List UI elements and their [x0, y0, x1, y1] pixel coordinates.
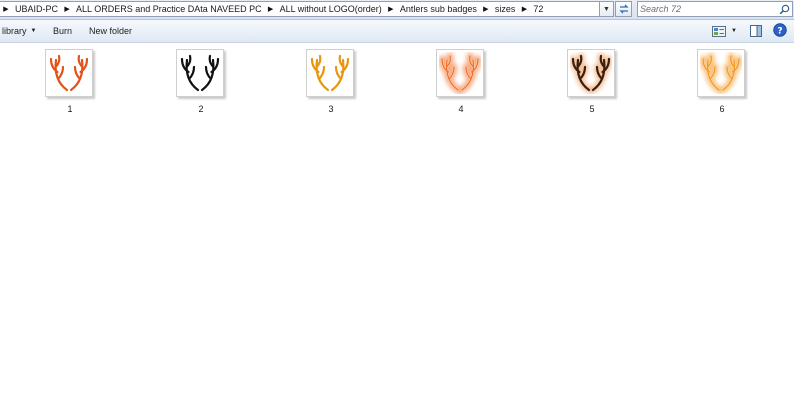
breadcrumb-label[interactable]: ALL without LOGO(order): [277, 4, 385, 14]
view-icon: [712, 25, 726, 37]
help-button[interactable]: ?: [773, 23, 787, 37]
command-bar: library ▼ Burn New folder ▼ ?: [0, 20, 794, 43]
antlers-image-icon: [180, 54, 220, 92]
address-bar: ▶ UBAID-PC ▶ ALL ORDERS and Practice DAta …: [0, 0, 794, 20]
breadcrumb-item[interactable]: ▶ ALL without LOGO(order): [265, 2, 385, 16]
file-name[interactable]: 6: [692, 104, 752, 114]
breadcrumb[interactable]: ▶ UBAID-PC ▶ ALL ORDERS and Practice DAta …: [0, 1, 600, 17]
breadcrumb-item[interactable]: ▶ sizes: [480, 2, 519, 16]
refresh-button[interactable]: [615, 1, 632, 17]
file-name[interactable]: 1: [40, 104, 100, 114]
file-name[interactable]: 5: [562, 104, 622, 114]
antlers-image-icon: [570, 52, 612, 94]
include-in-library-button[interactable]: library ▼: [2, 24, 36, 38]
refresh-icon: [618, 4, 629, 14]
breadcrumb-item[interactable]: ▶ UBAID-PC: [0, 2, 61, 16]
image-thumbnail[interactable]: [697, 49, 745, 97]
library-label: library: [2, 26, 27, 36]
file-name[interactable]: 2: [171, 104, 231, 114]
file-name[interactable]: 4: [431, 104, 491, 114]
new-folder-label: New folder: [89, 26, 133, 36]
address-history-dropdown[interactable]: ▼: [600, 1, 614, 17]
breadcrumb-item[interactable]: ▶ 72: [518, 2, 546, 16]
file-list[interactable]: 1 2 3 4 5 6: [0, 43, 794, 414]
breadcrumb-label[interactable]: sizes: [492, 4, 519, 14]
chevron-right-icon[interactable]: ▶: [385, 5, 397, 13]
chevron-right-icon[interactable]: ▶: [518, 5, 530, 13]
new-folder-button[interactable]: New folder: [89, 24, 132, 38]
chevron-down-icon: ▼: [30, 28, 37, 34]
preview-pane-button[interactable]: [749, 24, 763, 38]
antlers-image-icon: [700, 52, 742, 94]
chevron-right-icon[interactable]: ▶: [480, 5, 492, 13]
image-thumbnail[interactable]: [45, 49, 93, 97]
preview-pane-icon: [750, 25, 762, 37]
chevron-right-icon[interactable]: ▶: [0, 5, 12, 13]
file-name[interactable]: 3: [301, 104, 361, 114]
image-thumbnail[interactable]: [567, 49, 615, 97]
chevron-down-icon: ▼: [603, 5, 610, 13]
breadcrumb-label[interactable]: UBAID-PC: [12, 4, 61, 14]
image-thumbnail[interactable]: [176, 49, 224, 97]
antlers-image-icon: [310, 54, 350, 92]
help-icon: ?: [773, 23, 787, 37]
search-icon[interactable]: [779, 4, 790, 15]
breadcrumb-item[interactable]: ▶ Antlers sub badges: [385, 2, 480, 16]
svg-text:?: ?: [777, 27, 782, 37]
chevron-right-icon[interactable]: ▶: [265, 5, 277, 13]
image-thumbnail[interactable]: [436, 49, 484, 97]
breadcrumb-label[interactable]: ALL ORDERS and Practice DAta NAVEED PC: [73, 4, 265, 14]
image-thumbnail[interactable]: [306, 49, 354, 97]
breadcrumb-label[interactable]: 72: [530, 4, 546, 14]
change-view-button[interactable]: ▼: [712, 24, 742, 38]
burn-button[interactable]: Burn: [53, 24, 72, 38]
antlers-image-icon: [439, 52, 481, 94]
search-input[interactable]: [640, 3, 774, 15]
breadcrumb-item[interactable]: ▶ ALL ORDERS and Practice DAta NAVEED PC: [61, 2, 265, 16]
breadcrumb-label[interactable]: Antlers sub badges: [397, 4, 480, 14]
antlers-image-icon: [49, 54, 89, 92]
chevron-down-icon[interactable]: ▼: [731, 28, 737, 34]
burn-label: Burn: [53, 26, 73, 36]
chevron-right-icon[interactable]: ▶: [61, 5, 73, 13]
search-box[interactable]: [637, 1, 793, 17]
